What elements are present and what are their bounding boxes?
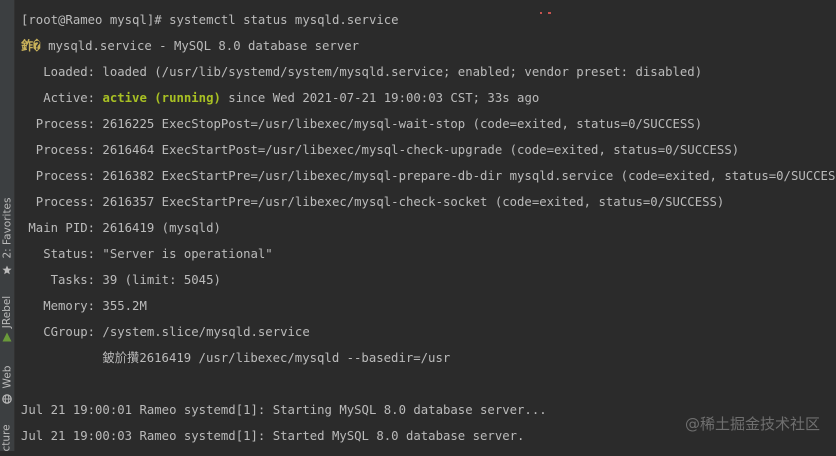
jrebel-tab[interactable]: JRebel	[0, 294, 14, 344]
web-tab[interactable]: Web	[0, 362, 14, 406]
active-prefix: Active:	[21, 91, 103, 105]
web-label: Web	[1, 365, 13, 389]
terminal-output[interactable]: [root@Rameo mysql]# systemctl status mys…	[21, 0, 836, 451]
jrebel-icon	[2, 332, 12, 342]
active-line: Active: active (running) since Wed 2021-…	[21, 90, 539, 106]
watermark: @稀土掘金技术社区	[685, 413, 820, 434]
shell-prompt-line: [root@Rameo mysql]# systemctl status mys…	[21, 13, 399, 27]
log-line: Jul 21 19:00:03 Rameo systemd[1]: Starte…	[21, 429, 525, 443]
star-icon	[2, 265, 12, 275]
cgroup-child-line: 鈹斺攢2616419 /usr/libexec/mysqld --basedir…	[21, 351, 451, 365]
structure-label: cture	[1, 424, 13, 452]
log-line: Jul 21 19:00:01 Rameo systemd[1]: Starti…	[21, 403, 547, 417]
status-line: Status: "Server is operational"	[21, 247, 273, 261]
active-status: active (running)	[102, 91, 221, 105]
process-line: Process: 2616225 ExecStopPost=/usr/libex…	[21, 117, 703, 131]
side-tool-strip: 2: Favorites JRebel Web cture	[0, 0, 15, 452]
process-line: Process: 2616357 ExecStartPre=/usr/libex…	[21, 195, 725, 209]
globe-icon	[2, 394, 12, 404]
memory-line: Memory: 355.2M	[21, 299, 147, 313]
unit-description: mysqld.service - MySQL 8.0 database serv…	[40, 39, 360, 53]
favorites-label: 2: Favorites	[1, 197, 13, 259]
active-suffix: since Wed 2021-07-21 19:00:03 CST; 33s a…	[220, 91, 540, 105]
process-line: Process: 2616464 ExecStartPost=/usr/libe…	[21, 143, 740, 157]
status-bullet-garbled: 鈼�	[21, 39, 41, 53]
loaded-line: Loaded: loaded (/usr/lib/systemd/system/…	[21, 65, 703, 79]
unit-header-line: 鈼� mysqld.service - MySQL 8.0 database s…	[21, 38, 359, 54]
watermark-text: @稀土掘金技术社区	[684, 415, 820, 433]
process-line: Process: 2616382 ExecStartPre=/usr/libex…	[21, 169, 836, 183]
main-pid-line: Main PID: 2616419 (mysqld)	[21, 221, 221, 235]
jrebel-label: JRebel	[1, 295, 13, 329]
tasks-line: Tasks: 39 (limit: 5045)	[21, 273, 221, 287]
favorites-tab[interactable]: 2: Favorites	[0, 193, 14, 277]
cgroup-line: CGroup: /system.slice/mysqld.service	[21, 325, 310, 339]
